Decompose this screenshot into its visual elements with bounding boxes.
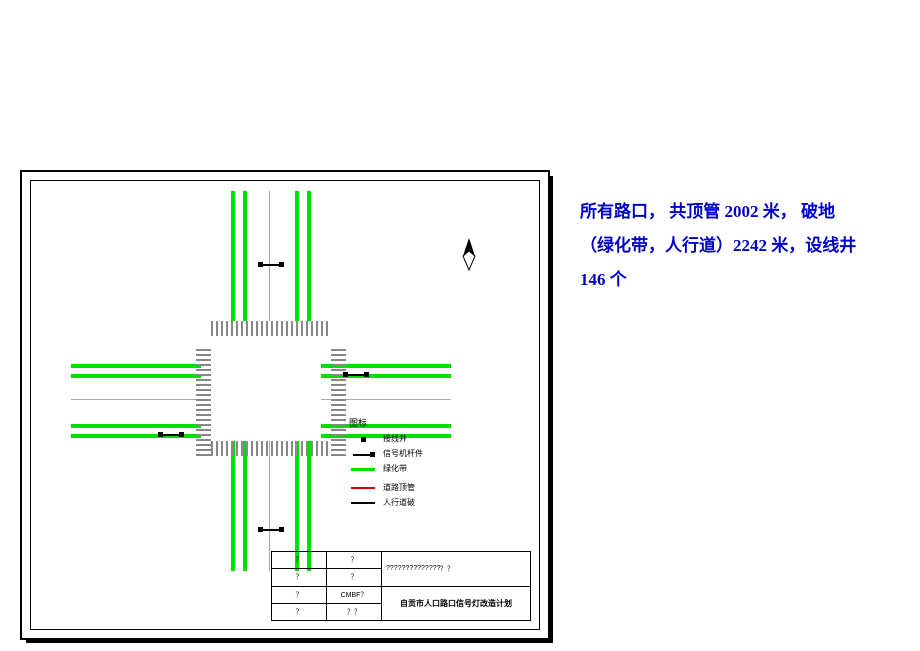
- title-block-left: ？？ ？？ ？CMBF？ ？？？: [272, 552, 382, 620]
- legend-label: 绿化带: [383, 463, 407, 476]
- greenbelt-icon: [351, 468, 375, 471]
- summary-mid2: （绿化带，人行道）: [580, 236, 733, 255]
- well-icon: [361, 437, 366, 442]
- summary-suffix: 个: [606, 270, 627, 289]
- title-block: ？？ ？？ ？CMBF？ ？？？ ??????????????？？ 自贡市人口路…: [271, 551, 531, 621]
- north-arrow-icon: [454, 236, 484, 276]
- sidewalk-icon: [351, 502, 375, 504]
- tb-project-label: ??????????????: [386, 565, 436, 572]
- legend-label: 人行道破: [383, 497, 415, 510]
- tb-cell: ？: [272, 569, 327, 585]
- drawing-title: 自贡市人口路口信号灯改造计划: [400, 598, 512, 609]
- legend-label: 接线井: [383, 433, 407, 446]
- inner-frame: 图标 接线井 信号机杆件 绿化带 道路顶管 人行道破: [30, 180, 540, 630]
- crosswalk-west: [196, 346, 211, 456]
- pole-icon: [353, 454, 373, 456]
- summary-prefix: 所有路口， 共顶管: [580, 202, 725, 221]
- summary-mid3: 米，设线井: [767, 236, 856, 255]
- tb-cell: ？: [327, 552, 381, 568]
- summary-wells: 146: [580, 270, 606, 289]
- tb-cell: ？: [272, 587, 327, 603]
- crosswalk-north: [211, 321, 331, 336]
- legend-label: 信号机杆件: [383, 448, 423, 461]
- summary-mid1: 米， 破地: [759, 202, 836, 221]
- summary-text: 所有路口， 共顶管 2002 米， 破地 （绿化带，人行道）2242 米，设线井…: [580, 195, 900, 297]
- tb-cell: ？？: [327, 604, 381, 620]
- legend-row-well: 接线井: [349, 433, 479, 446]
- signal-pole-south: [256, 521, 286, 541]
- drawing-frame: 图标 接线井 信号机杆件 绿化带 道路顶管 人行道破: [20, 170, 550, 640]
- legend: 图标 接线井 信号机杆件 绿化带 道路顶管 人行道破: [349, 416, 479, 511]
- tb-cell: ？: [272, 604, 327, 620]
- signal-pole-north: [256, 256, 286, 276]
- signal-pole-east: [341, 366, 371, 386]
- intersection-plan: [71, 191, 451, 571]
- tb-cell: ？: [327, 569, 381, 585]
- summary-dig-length: 2242: [733, 236, 767, 255]
- crosswalk-south: [211, 441, 331, 456]
- legend-row-black: 人行道破: [349, 497, 479, 510]
- legend-title: 图标: [349, 416, 479, 430]
- tb-cell: CMBF？: [327, 587, 381, 603]
- legend-label: 道路顶管: [383, 482, 415, 495]
- crosswalk-east: [331, 346, 346, 456]
- legend-row-green: 绿化带: [349, 463, 479, 476]
- signal-pole-west: [156, 426, 186, 446]
- summary-pipe-length: 2002: [725, 202, 759, 221]
- tb-right-tag: ？？: [440, 564, 454, 574]
- legend-row-pole: 信号机杆件: [349, 448, 479, 461]
- tb-cell: ？: [272, 552, 327, 568]
- title-block-right: ?????????????? ？？ 自贡市人口路口信号灯改造计划: [382, 552, 530, 620]
- legend-row-red: 道路顶管: [349, 482, 479, 495]
- pipe-icon: [351, 487, 375, 489]
